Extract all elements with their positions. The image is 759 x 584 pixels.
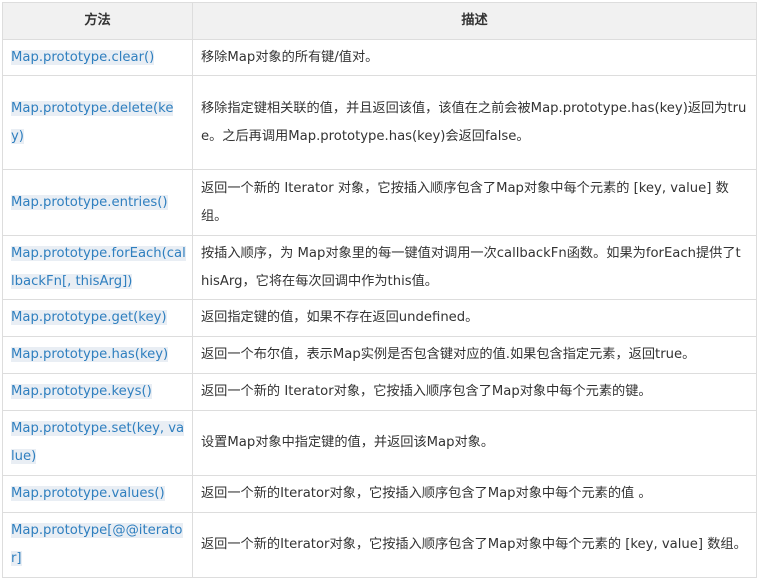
description-cell: 返回一个新的Iterator对象，它按插入顺序包含了Map对象中每个元素的值 。 (192, 475, 757, 513)
description-cell: 返回一个新的 Iterator 对象，它按插入顺序包含了Map对象中每个元素的 … (192, 169, 757, 236)
method-link-iterator[interactable]: Map.prototype[@@iterator] (11, 523, 183, 566)
table-row: Map.prototype.values() 返回一个新的Iterator对象，… (2, 475, 757, 513)
description-cell: 按插入顺序，为 Map对象里的每一键值对调用一次callbackFn函数。如果为… (192, 235, 757, 300)
table-row: Map.prototype.entries() 返回一个新的 Iterator … (2, 169, 757, 236)
table-row: Map.prototype.set(key, value) 设置Map对象中指定… (2, 410, 757, 476)
description-cell: 返回一个新的 Iterator对象，它按插入顺序包含了Map对象中每个元素的键。 (192, 373, 757, 411)
description-cell: 返回指定键的值，如果不存在返回undefined。 (192, 299, 757, 337)
method-cell: Map.prototype.forEach(callbackFn[, thisA… (2, 235, 193, 300)
method-cell: Map.prototype.has(key) (2, 336, 193, 374)
description-cell: 移除指定键相关联的值，并且返回该值，该值在之前会被Map.prototype.h… (192, 75, 757, 170)
method-link-values[interactable]: Map.prototype.values() (11, 486, 165, 501)
method-link-delete[interactable]: Map.prototype.delete(key) (11, 100, 174, 144)
method-cell: Map.prototype.delete(key) (2, 75, 193, 170)
description-cell: 设置Map对象中指定键的值，并返回该Map对象。 (192, 410, 757, 476)
method-cell: Map.prototype.set(key, value) (2, 410, 193, 476)
table-row: Map.prototype.clear() 移除Map对象的所有键/值对。 (2, 39, 757, 76)
method-cell: Map.prototype.values() (2, 475, 193, 513)
method-link-entries[interactable]: Map.prototype.entries() (11, 194, 168, 210)
method-link-get[interactable]: Map.prototype.get(key) (11, 310, 167, 325)
method-link-clear[interactable]: Map.prototype.clear() (11, 49, 155, 65)
method-cell: Map.prototype.keys() (2, 373, 193, 411)
header-description: 描述 (192, 2, 757, 40)
table-row: Map.prototype[@@iterator] 返回一个新的Iterator… (2, 512, 757, 578)
method-cell: Map.prototype[@@iterator] (2, 512, 193, 578)
method-link-foreach[interactable]: Map.prototype.forEach(callbackFn[, thisA… (11, 245, 186, 289)
header-method: 方法 (2, 2, 193, 40)
method-link-keys[interactable]: Map.prototype.keys() (11, 384, 152, 399)
table-row: Map.prototype.get(key) 返回指定键的值，如果不存在返回un… (2, 299, 757, 337)
table-row: Map.prototype.has(key) 返回一个布尔值，表示Map实例是否… (2, 336, 757, 374)
description-cell: 返回一个新的Iterator对象，它按插入顺序包含了Map对象中每个元素的 [k… (192, 512, 757, 578)
methods-table: 方法 描述 Map.prototype.clear() 移除Map对象的所有键/… (2, 2, 757, 578)
table-row: Map.prototype.delete(key) 移除指定键相关联的值，并且返… (2, 75, 757, 170)
method-cell: Map.prototype.entries() (2, 169, 193, 236)
method-cell: Map.prototype.get(key) (2, 299, 193, 337)
method-link-has[interactable]: Map.prototype.has(key) (11, 347, 169, 362)
table-row: Map.prototype.forEach(callbackFn[, thisA… (2, 235, 757, 300)
table-header-row: 方法 描述 (2, 2, 757, 40)
method-cell: Map.prototype.clear() (2, 39, 193, 76)
table-row: Map.prototype.keys() 返回一个新的 Iterator对象，它… (2, 373, 757, 411)
description-cell: 返回一个布尔值，表示Map实例是否包含键对应的值.如果包含指定元素，返回true… (192, 336, 757, 374)
method-link-set[interactable]: Map.prototype.set(key, value) (11, 421, 185, 464)
description-cell: 移除Map对象的所有键/值对。 (192, 39, 757, 76)
